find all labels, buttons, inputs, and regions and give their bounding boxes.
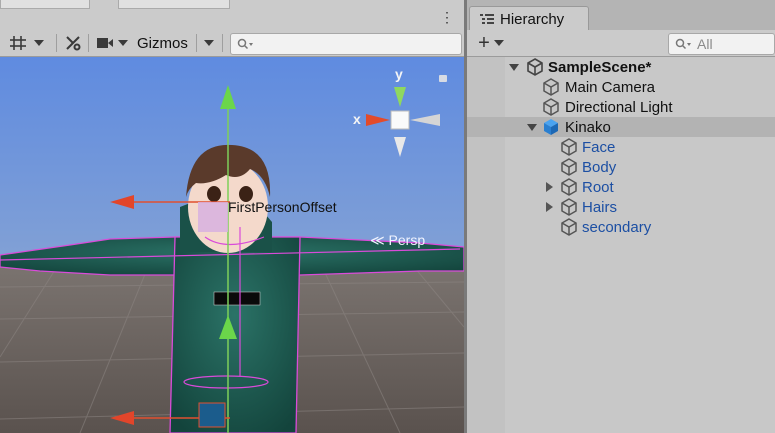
fold-arrow-open-icon[interactable] bbox=[509, 64, 519, 71]
axis-x-label: x bbox=[353, 111, 361, 127]
hierarchy-item-main-camera[interactable]: Main Camera bbox=[467, 77, 775, 97]
game-tab[interactable] bbox=[118, 0, 230, 9]
gizmos-dropdown-arrow[interactable] bbox=[202, 33, 216, 53]
hierarchy-item-kinako[interactable]: Kinako bbox=[467, 117, 775, 137]
fold-arrow-open-icon[interactable] bbox=[527, 124, 537, 131]
scene-toolbar: Gizmos bbox=[0, 30, 464, 57]
first-person-offset-label: FirstPersonOffset bbox=[228, 199, 337, 215]
add-icon[interactable]: + bbox=[475, 32, 493, 54]
add-dropdown-arrow[interactable] bbox=[493, 33, 505, 53]
camera-dropdown-arrow[interactable] bbox=[116, 33, 130, 53]
gameobject-icon bbox=[542, 98, 560, 116]
grid-dropdown-arrow[interactable] bbox=[32, 33, 46, 53]
grid-snap-icon[interactable] bbox=[6, 33, 30, 53]
fold-arrow-closed-icon[interactable] bbox=[546, 202, 553, 212]
prefab-child-icon bbox=[560, 178, 578, 196]
scene-name-label: SampleScene* bbox=[548, 58, 652, 76]
hierarchy-item-directional-light[interactable]: Directional Light bbox=[467, 97, 775, 117]
search-icon bbox=[675, 38, 693, 50]
hierarchy-item-body[interactable]: Body bbox=[467, 157, 775, 177]
fold-arrow-closed-icon[interactable] bbox=[546, 182, 553, 192]
list-icon bbox=[480, 13, 498, 25]
hierarchy-tree: SampleScene* Main Camera Directional Lig… bbox=[467, 57, 775, 433]
tab-hierarchy[interactable]: Hierarchy bbox=[469, 6, 589, 31]
scene-viewport[interactable]: y x ≪ Persp FirstPersonOffset bbox=[0, 57, 464, 433]
search-icon bbox=[237, 38, 255, 50]
hierarchy-panel: Hierarchy + All SampleScene* Main Camera… bbox=[467, 0, 775, 433]
hierarchy-item-secondary[interactable]: secondary bbox=[467, 217, 775, 237]
prefab-child-icon bbox=[560, 158, 578, 176]
camera-icon[interactable] bbox=[94, 33, 116, 53]
scene-search-input[interactable] bbox=[230, 33, 462, 55]
hierarchy-item-face[interactable]: Face bbox=[467, 137, 775, 157]
hierarchy-item-label: Main Camera bbox=[565, 78, 656, 96]
hierarchy-tab-bar: Hierarchy bbox=[467, 0, 775, 31]
hierarchy-search-placeholder: All bbox=[697, 36, 713, 52]
prefab-child-icon bbox=[560, 138, 578, 156]
hierarchy-item-label: Body bbox=[582, 158, 617, 176]
scene-root-row[interactable]: SampleScene* bbox=[467, 57, 775, 77]
hierarchy-item-label: Hairs bbox=[582, 198, 618, 216]
prefab-icon bbox=[542, 118, 560, 136]
tools-icon[interactable] bbox=[62, 33, 84, 53]
scene-tab-bar: ⋮ bbox=[0, 0, 464, 30]
hierarchy-search-input[interactable]: All bbox=[668, 33, 775, 55]
more-options-icon[interactable]: ⋮ bbox=[440, 10, 454, 24]
prefab-child-icon bbox=[560, 198, 578, 216]
tab-hierarchy-label: Hierarchy bbox=[500, 10, 565, 28]
persp-label: Persp bbox=[388, 232, 426, 248]
hierarchy-item-label: secondary bbox=[582, 218, 652, 236]
hierarchy-toolbar: + All bbox=[467, 30, 775, 57]
scene-tab[interactable] bbox=[0, 0, 90, 9]
prefab-child-icon bbox=[560, 218, 578, 236]
scene-view-panel[interactable]: ⋮ Gizmos y x ≪ Persp FirstPersonOffset bbox=[0, 0, 464, 433]
persp-toggle[interactable]: ≪ Persp bbox=[370, 232, 425, 249]
hierarchy-item-root[interactable]: Root bbox=[467, 177, 775, 197]
hierarchy-item-label: Face bbox=[582, 138, 616, 156]
gameobject-icon bbox=[542, 78, 560, 96]
hierarchy-item-hairs[interactable]: Hairs bbox=[467, 197, 775, 217]
unity-logo-icon bbox=[526, 58, 544, 79]
hierarchy-item-label: Root bbox=[582, 178, 614, 196]
axis-y-label: y bbox=[395, 66, 403, 82]
hierarchy-item-label: Kinako bbox=[565, 118, 611, 136]
gizmos-button[interactable]: Gizmos bbox=[137, 33, 195, 53]
hierarchy-item-label: Directional Light bbox=[565, 98, 673, 116]
